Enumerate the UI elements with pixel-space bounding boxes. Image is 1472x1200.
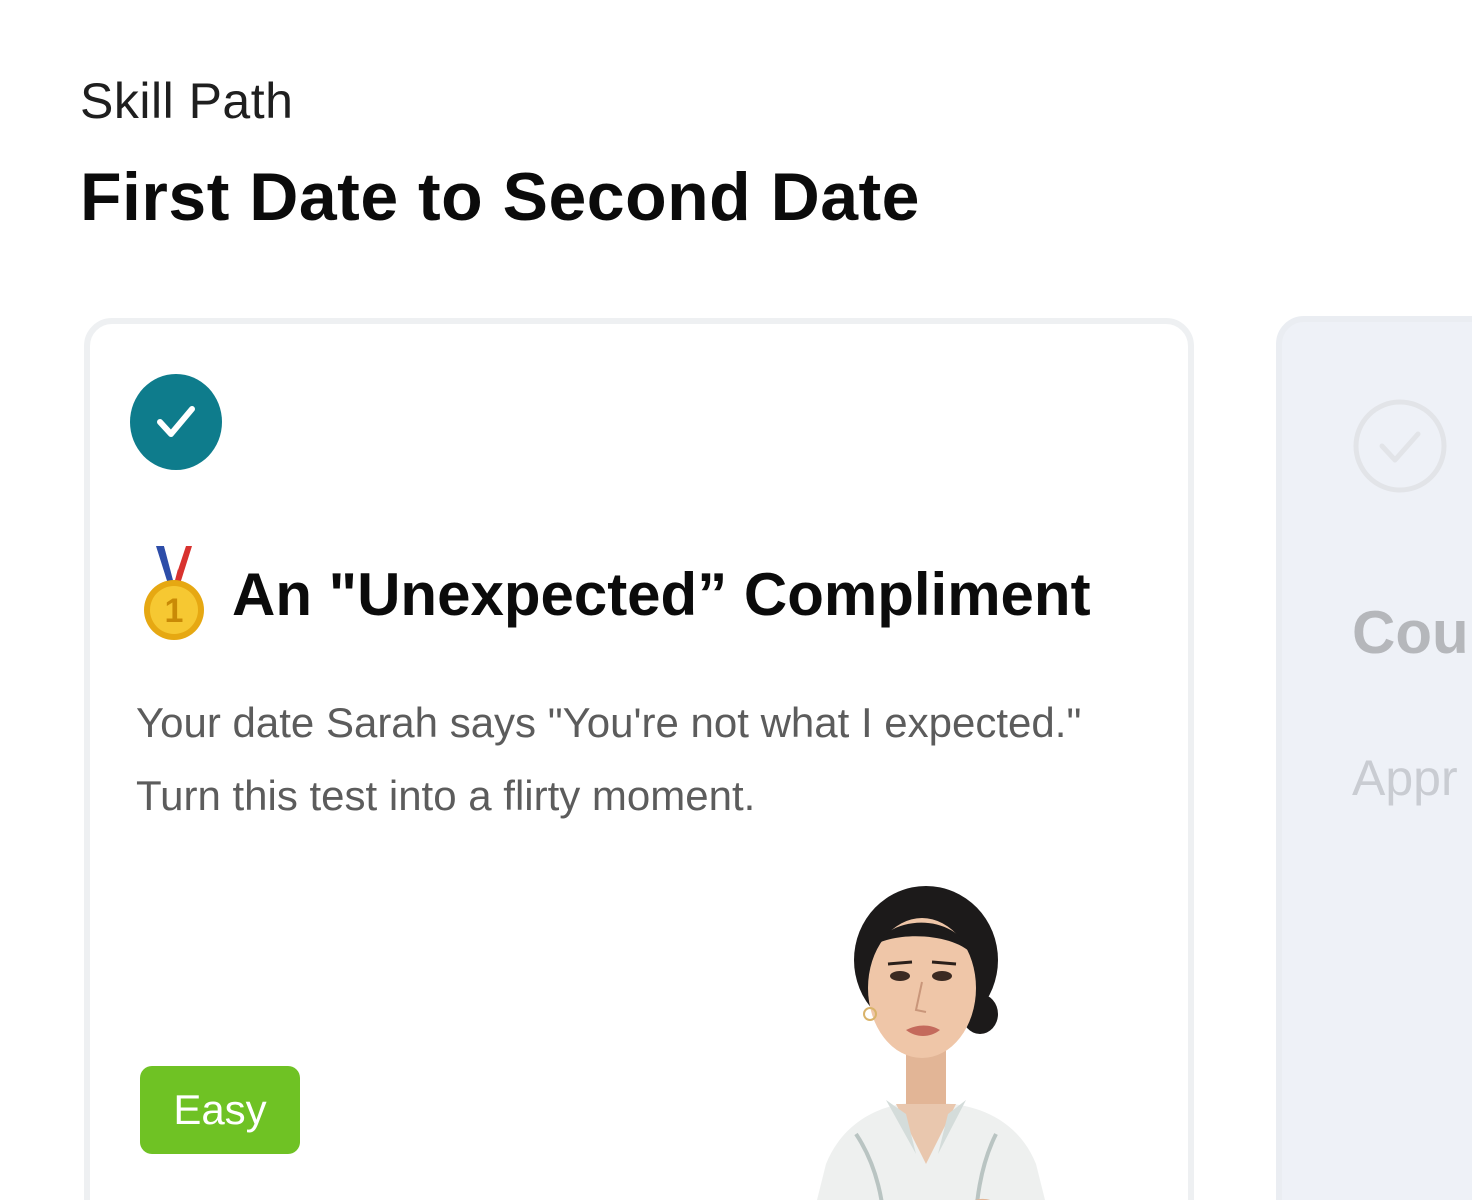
card-title-row: 1 An "Unexpected” Compliment	[136, 544, 1091, 644]
first-place-medal-icon: 1	[144, 546, 204, 640]
scenario-card-next[interactable]: Cou Appr benc	[1276, 316, 1472, 1200]
card-description: Appr benc	[1352, 750, 1472, 806]
completed-check-icon	[130, 374, 222, 470]
card-title: An "Unexpected” Compliment	[232, 560, 1091, 628]
skill-path-page: Skill Path First Date to Second Date 1 A…	[0, 0, 1472, 1200]
page-title: First Date to Second Date	[80, 159, 920, 235]
svg-text:1: 1	[165, 592, 184, 630]
difficulty-badge: Easy	[140, 1066, 300, 1154]
woman-illustration	[817, 886, 1045, 1200]
card-title: Cou	[1352, 599, 1469, 666]
section-eyebrow: Skill Path	[80, 73, 294, 129]
pending-check-icon	[1353, 399, 1447, 493]
scenario-card[interactable]: 1 An "Unexpected” Compliment Your date S…	[84, 318, 1194, 1200]
card-description: Your date Sarah says "You're not what I …	[136, 699, 1082, 819]
